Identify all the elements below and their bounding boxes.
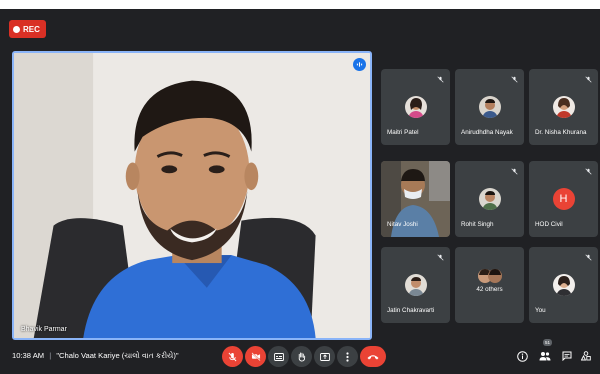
camera-off-icon	[250, 352, 261, 361]
present-icon	[319, 352, 330, 361]
meeting-details: 10:38 AM | "Chalo Vaat Kariye (ચાલો વાત …	[12, 351, 179, 361]
participant-name: Dr. Nisha Khurana	[535, 129, 587, 136]
participant-name: Nitav Joshi	[387, 221, 418, 228]
participant-tile[interactable]: Dr. Nisha Khurana	[529, 69, 598, 145]
participant-tile-self[interactable]: You	[529, 247, 598, 323]
raise-hand-button[interactable]	[291, 346, 312, 367]
people-icon	[539, 352, 551, 361]
recording-label: REC	[23, 24, 40, 34]
camera-toggle-button[interactable]	[245, 346, 266, 367]
bottom-toolbar: 10:38 AM | "Chalo Vaat Kariye (ચાલો વાત …	[0, 336, 600, 374]
speaker-video-icon	[14, 53, 370, 338]
main-speaker-name: Bhavik Parmar	[21, 326, 67, 333]
active-speaker-icon	[353, 58, 366, 71]
participant-tile[interactable]: Rohit Singh	[455, 161, 524, 237]
avatar	[478, 96, 501, 118]
others-count: 42 others	[476, 286, 503, 293]
mic-off-icon	[228, 352, 237, 361]
mic-off-icon	[511, 168, 518, 175]
mic-off-icon	[437, 76, 444, 83]
activities-button[interactable]	[580, 350, 592, 362]
more-options-icon	[346, 351, 349, 362]
avatar	[552, 274, 575, 296]
mic-off-icon	[585, 76, 592, 83]
activities-icon	[581, 351, 591, 361]
avatar	[552, 96, 575, 118]
people-count-badge: 51	[543, 339, 552, 346]
participant-name: HOD Civil	[535, 221, 563, 228]
participant-tile[interactable]: 42 others	[455, 247, 524, 323]
meeting-info-button[interactable]	[516, 350, 528, 362]
meet-window: REC Bhavik Parmar Maitri Patel Anirudhdh…	[0, 9, 600, 374]
more-options-button[interactable]	[337, 346, 358, 367]
chat-icon	[562, 351, 572, 361]
recording-badge: REC	[9, 20, 46, 38]
people-button[interactable]	[539, 350, 551, 362]
avatar	[404, 96, 427, 118]
mic-off-icon	[511, 76, 518, 83]
mic-off-icon	[437, 254, 444, 261]
meeting-title: "Chalo Vaat Kariye (ચાલો વાત કરીયે)"	[56, 351, 179, 360]
present-button[interactable]	[314, 346, 335, 367]
participant-name: Maitri Patel	[387, 129, 419, 136]
info-icon	[516, 350, 528, 362]
mic-off-icon	[585, 168, 592, 175]
captions-button[interactable]	[268, 346, 289, 367]
end-call-button[interactable]	[360, 346, 386, 367]
participant-tile[interactable]: Jatin Chakravarti	[381, 247, 450, 323]
participant-name: Anirudhdha Nayak	[461, 129, 513, 136]
participant-tile[interactable]: H HOD Civil	[529, 161, 598, 237]
mic-toggle-button[interactable]	[222, 346, 243, 367]
others-avatars	[477, 268, 503, 284]
mic-off-icon	[585, 254, 592, 261]
clock-time: 10:38 AM	[12, 351, 45, 360]
participant-tile[interactable]: Nitav Joshi	[381, 161, 450, 237]
recording-dot-icon	[13, 25, 20, 33]
end-call-icon	[367, 354, 379, 359]
participant-tile[interactable]: Anirudhdha Nayak	[455, 69, 524, 145]
chat-button[interactable]	[561, 350, 573, 362]
captions-icon	[273, 352, 284, 361]
participant-tile[interactable]: Maitri Patel	[381, 69, 450, 145]
main-speaker-tile[interactable]: Bhavik Parmar	[12, 51, 372, 340]
raise-hand-icon	[298, 352, 306, 362]
participant-name: Jatin Chakravarti	[387, 307, 435, 314]
avatar: H	[552, 188, 575, 210]
avatar	[404, 274, 427, 296]
participant-name: You	[535, 307, 546, 314]
avatar	[478, 188, 501, 210]
participant-name: Rohit Singh	[461, 221, 494, 228]
separator: |	[49, 351, 52, 360]
